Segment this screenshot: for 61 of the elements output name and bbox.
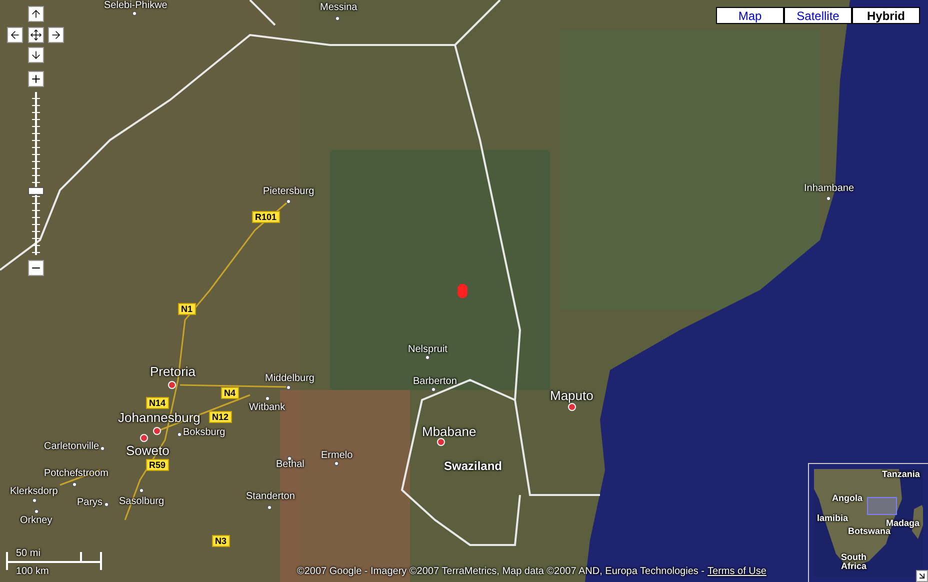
city-label: Klerksdorp (10, 487, 58, 497)
city-label: Witbank (249, 403, 286, 413)
pan-down-button[interactable] (28, 47, 44, 63)
country-label: Tanzania (882, 470, 920, 479)
reset-view-button[interactable] (28, 27, 44, 43)
road-shield: N1 (178, 303, 196, 315)
scale-miles-label: 50 mi (16, 549, 40, 559)
move-icon (30, 29, 42, 41)
terms-of-use-link[interactable]: Terms of Use (708, 567, 766, 577)
scale-km-label: 100 km (16, 567, 49, 577)
pan-up-button[interactable] (28, 6, 44, 22)
pan-left-button[interactable] (7, 27, 23, 43)
road-shield: R101 (252, 211, 280, 223)
zoom-in-button[interactable] (28, 71, 44, 87)
diagonal-arrow-icon (917, 571, 927, 581)
city-label: Sasolburg (119, 497, 164, 507)
city-label: Standerton (246, 492, 295, 502)
pan-up-arrow-icon (30, 8, 42, 20)
country-label: Madaga (886, 519, 920, 528)
city-label: Johannesburg (118, 411, 200, 424)
city-label: Orkney (20, 516, 52, 526)
plus-icon (30, 73, 42, 85)
city-label: Pretoria (150, 365, 196, 378)
map-type-tab[interactable]: Map (716, 7, 784, 24)
city-label: Parys (77, 498, 103, 508)
country-label: Angola (832, 494, 862, 503)
city-label: Potchefstroom (44, 469, 108, 479)
city-label: Barberton (413, 377, 457, 387)
city-label: Selebi-Phikwe (104, 1, 168, 11)
city-label: Soweto (126, 444, 170, 457)
collapse-overview-button[interactable] (916, 570, 928, 582)
city-label: Mbabane (422, 425, 476, 438)
overview-map[interactable]: Tanzania Angola lamibia Botswana Madaga South Africa (808, 463, 928, 582)
city-label: Carletonville (44, 442, 100, 452)
city-label: Bethal (276, 460, 304, 470)
city-label: Maputo (550, 389, 594, 402)
zoom-slider-thumb[interactable] (28, 187, 44, 196)
pan-left-arrow-icon (9, 29, 21, 41)
road-shield: N14 (146, 397, 169, 409)
country-label: Swaziland (444, 460, 502, 472)
city-label: Messina (320, 3, 358, 13)
pan-right-button[interactable] (48, 27, 64, 43)
map-type-tab[interactable]: Satellite (784, 7, 852, 24)
zoom-out-button[interactable] (28, 260, 44, 276)
city-label: Nelspruit (408, 345, 448, 355)
country-label: South Africa (841, 553, 868, 571)
road-shield: N3 (212, 535, 230, 547)
country-label: lamibia (817, 514, 848, 523)
pan-right-arrow-icon (50, 29, 62, 41)
city-label: Inhambane (804, 184, 854, 194)
road-shield: R59 (146, 459, 169, 471)
road-shield: N4 (221, 387, 239, 399)
city-label: Pietersburg (263, 187, 314, 197)
city-label: Boksburg (183, 428, 226, 438)
road-shield: N12 (209, 411, 232, 423)
city-label: Middelburg (265, 374, 314, 384)
copyright-text: ©2007 Google - Imagery ©2007 TerraMetrics, Map data ©2007 AND, Europa Technologies - (297, 567, 705, 577)
pan-down-arrow-icon (30, 49, 42, 61)
city-label: Ermelo (321, 451, 353, 461)
map-type-tab[interactable]: Hybrid (852, 7, 920, 24)
country-label: Botswana (848, 527, 891, 536)
